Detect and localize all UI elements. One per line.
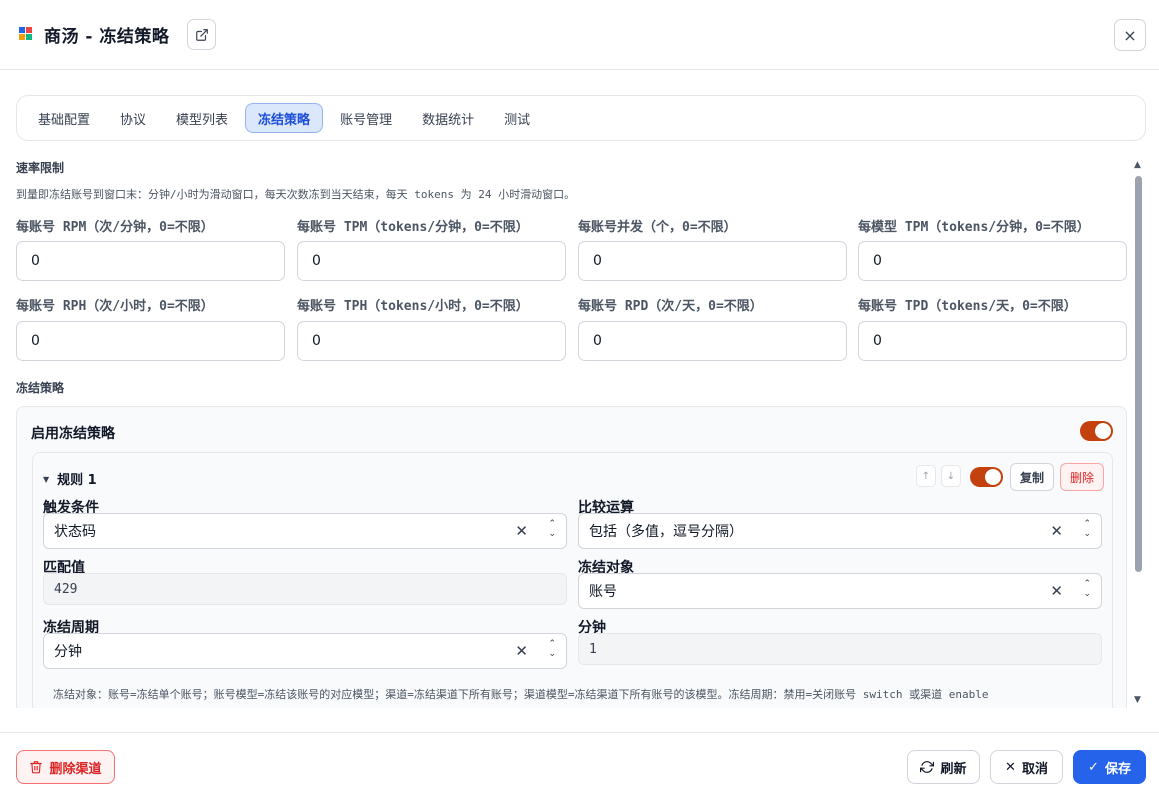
- model-tpm-label: 每模型 TPM（tokens/分钟，0=不限）: [858, 220, 1090, 235]
- move-down-button[interactable]: ↓: [941, 465, 961, 487]
- clear-icon[interactable]: ✕: [1050, 522, 1063, 540]
- trigger-select[interactable]: 状态码 ✕ ⌃ ⌄: [43, 513, 567, 549]
- scroll-down-arrow-icon[interactable]: ▼: [1134, 695, 1141, 705]
- tab-protocol[interactable]: 协议: [107, 103, 159, 133]
- refresh-icon: [920, 761, 935, 773]
- rph-label: 每账号 RPH（次/小时，0=不限）: [16, 299, 214, 314]
- save-button[interactable]: ✓ 保存: [1073, 750, 1146, 784]
- rule-header[interactable]: ▼ 规则 1: [43, 469, 97, 488]
- concurrency-input[interactable]: 0: [578, 241, 847, 281]
- period-select[interactable]: 分钟 ✕ ⌃ ⌄: [43, 633, 567, 669]
- collapse-caret-icon: ▼: [43, 475, 50, 484]
- enable-freeze-toggle[interactable]: [1080, 421, 1113, 441]
- match-value-input[interactable]: 429: [43, 573, 567, 605]
- app-logo-icon: [19, 27, 33, 41]
- refresh-label: 刷新: [940, 761, 967, 777]
- enable-freeze-label: 启用冻结策略: [31, 426, 115, 442]
- close-button[interactable]: ×: [1114, 19, 1146, 51]
- close-icon: ×: [1123, 25, 1137, 45]
- check-icon: ✓: [1088, 759, 1099, 775]
- tab-model-list[interactable]: 模型列表: [163, 103, 241, 133]
- compare-select[interactable]: 包括（多值，逗号分隔） ✕ ⌃ ⌄: [578, 513, 1102, 549]
- tab-bar: 基础配置 协议 模型列表 冻结策略 账号管理 数据统计 测试: [16, 95, 1146, 141]
- rpm-label: 每账号 RPM（次/分钟，0=不限）: [16, 220, 214, 235]
- tpm-label: 每账号 TPM（tokens/分钟，0=不限）: [297, 220, 529, 235]
- trigger-value: 状态码: [54, 524, 96, 540]
- dialog-title: 商汤 - 冻结策略: [44, 27, 170, 47]
- cancel-button[interactable]: ✕ 取消: [990, 750, 1063, 784]
- tpm-input[interactable]: 0: [297, 241, 566, 281]
- tab-account-management[interactable]: 账号管理: [327, 103, 405, 133]
- rate-limit-description: 到量即冻结账号到窗口末：分钟/小时为滑动窗口，每天次数冻到当天结束，每天 tok…: [16, 188, 576, 201]
- dialog-footer: 删除渠道 刷新 ✕ 取消 ✓ 保存: [0, 732, 1159, 793]
- period-value: 分钟: [54, 644, 82, 660]
- concurrency-label: 每账号并发（个，0=不限）: [578, 220, 737, 235]
- rph-input[interactable]: 0: [16, 321, 285, 361]
- delete-channel-button[interactable]: 删除渠道: [16, 750, 115, 784]
- dialog-header: 商汤 - 冻结策略 ×: [0, 0, 1159, 70]
- move-up-button[interactable]: ↑: [916, 465, 936, 487]
- rpm-input[interactable]: 0: [16, 241, 285, 281]
- refresh-button[interactable]: 刷新: [907, 750, 980, 784]
- tpd-label: 每账号 TPD（tokens/天，0=不限）: [858, 299, 1077, 314]
- rule-title: 规则 1: [57, 473, 97, 488]
- target-value: 账号: [589, 584, 617, 600]
- tab-statistics[interactable]: 数据统计: [409, 103, 487, 133]
- clear-icon[interactable]: ✕: [515, 642, 528, 660]
- rpd-input[interactable]: 0: [578, 321, 847, 361]
- rule-enable-toggle[interactable]: [970, 467, 1003, 487]
- delete-channel-label: 删除渠道: [49, 761, 102, 777]
- model-tpm-input[interactable]: 0: [858, 241, 1127, 281]
- chevron-up-down-icon: ⌃ ⌄: [548, 519, 556, 539]
- minutes-input[interactable]: 1: [578, 633, 1102, 665]
- rule-card: ▼ 规则 1 ↑ ↓ 复制 删除 触发条件 比较运算 状态码 ✕ ⌃ ⌄ 包括（多值…: [32, 452, 1113, 708]
- cancel-label: 取消: [1021, 761, 1048, 777]
- scroll-up-arrow-icon[interactable]: ▲: [1134, 160, 1141, 170]
- trash-icon: [30, 761, 43, 774]
- copy-rule-button[interactable]: 复制: [1010, 463, 1055, 491]
- tab-freeze-policy[interactable]: 冻结策略: [245, 103, 324, 133]
- clear-icon[interactable]: ✕: [1050, 582, 1063, 600]
- tph-input[interactable]: 0: [297, 321, 566, 361]
- delete-rule-button[interactable]: 删除: [1060, 463, 1105, 491]
- rpd-label: 每账号 RPD（次/天，0=不限）: [578, 299, 763, 314]
- rule-help-note: 冻结对象：账号=冻结单个账号；账号模型=冻结该账号的对应模型；渠道=冻结渠道下所…: [53, 688, 989, 701]
- tph-label: 每账号 TPH（tokens/小时，0=不限）: [297, 299, 529, 314]
- freeze-policy-card: 启用冻结策略 ▼ 规则 1 ↑ ↓ 复制 删除 触发条件 比较运算 状态码 ✕ ⌃…: [16, 406, 1127, 708]
- chevron-up-down-icon: ⌃ ⌄: [1083, 519, 1091, 539]
- chevron-up-down-icon: ⌃ ⌄: [1083, 579, 1091, 599]
- arrow-up-icon: ↑: [921, 470, 931, 482]
- close-icon: ✕: [1005, 759, 1016, 775]
- rate-limit-title: 速率限制: [16, 161, 65, 175]
- compare-value: 包括（多值，逗号分隔）: [589, 524, 743, 540]
- scrollbar-thumb[interactable]: [1135, 176, 1142, 572]
- clear-icon[interactable]: ✕: [515, 522, 528, 540]
- save-label: 保存: [1104, 761, 1131, 777]
- arrow-down-icon: ↓: [946, 470, 956, 482]
- tab-basic-config[interactable]: 基础配置: [25, 103, 103, 133]
- tpd-input[interactable]: 0: [858, 321, 1127, 361]
- chevron-up-down-icon: ⌃ ⌄: [548, 639, 556, 659]
- scroll-content: 速率限制 到量即冻结账号到窗口末：分钟/小时为滑动窗口，每天次数冻到当天结束，每…: [0, 152, 1159, 708]
- open-external-button[interactable]: [187, 19, 216, 50]
- tab-test[interactable]: 测试: [491, 103, 543, 133]
- target-select[interactable]: 账号 ✕ ⌃ ⌄: [578, 573, 1102, 609]
- freeze-policy-title: 冻结策略: [16, 381, 65, 395]
- external-link-icon: [195, 28, 208, 41]
